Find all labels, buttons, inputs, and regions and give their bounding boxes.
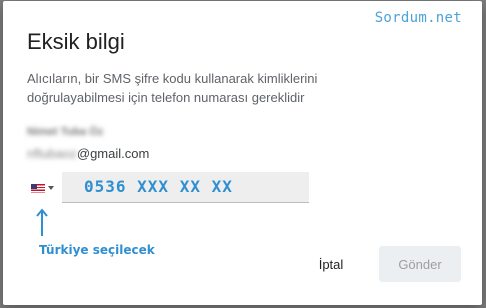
email-domain: @gmail.com xyxy=(76,146,150,161)
account-name: Nimet Tuba Öz xyxy=(27,126,104,138)
phone-number-input[interactable]: 0536 XXX XX XX xyxy=(62,172,309,203)
watermark: Sordum.net xyxy=(374,10,462,26)
account-email: nftubaoz@gmail.com xyxy=(27,146,149,161)
arrow-up-icon xyxy=(36,208,48,236)
dialog-title: Eksik bilgi xyxy=(27,29,125,54)
missing-info-dialog: Sordum.net Eksik bilgi Alıcıların, bir S… xyxy=(3,1,482,305)
send-button[interactable]: Gönder xyxy=(379,246,461,282)
cancel-button[interactable]: İptal xyxy=(303,246,359,282)
caret-down-icon xyxy=(48,186,54,190)
us-flag-icon xyxy=(31,183,45,193)
phone-number-value: 0536 XXX XX XX xyxy=(84,177,233,196)
email-local-part: nftubaoz xyxy=(27,146,77,161)
dialog-description: Alıcıların, bir SMS şifre kodu kullanara… xyxy=(27,71,318,105)
country-select[interactable] xyxy=(31,180,59,196)
annotation-hint: Türkiye seçilecek xyxy=(39,243,155,257)
